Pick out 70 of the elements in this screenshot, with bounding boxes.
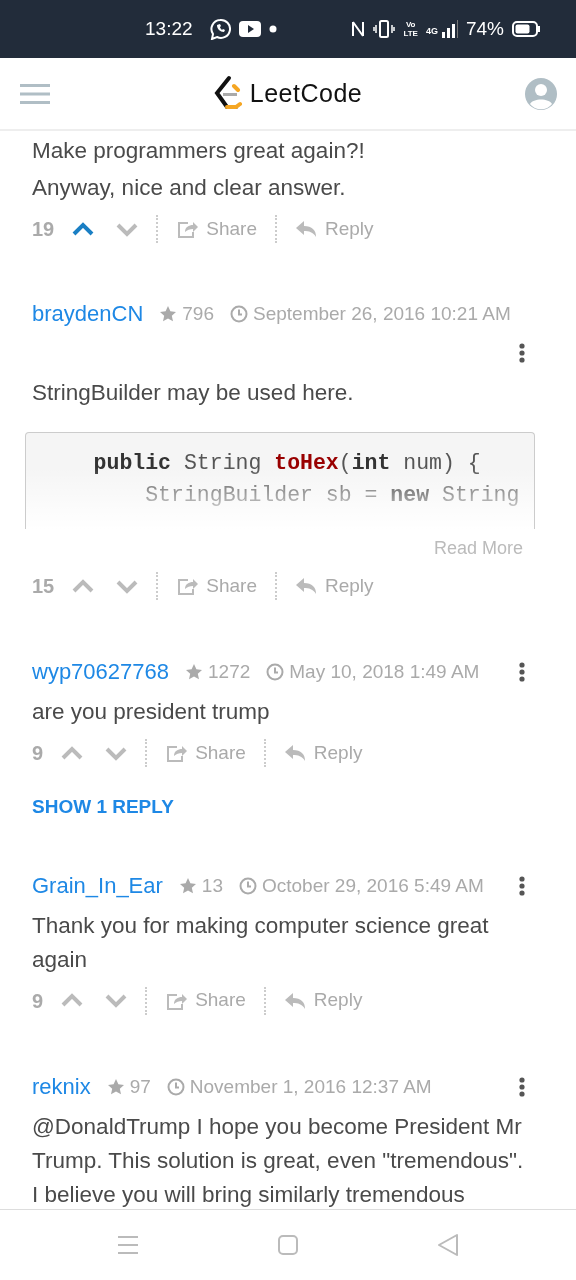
post-date: November 1, 2016 12:37 AM bbox=[189, 1074, 432, 1099]
back-icon[interactable] bbox=[437, 1232, 459, 1257]
star-icon bbox=[159, 305, 178, 323]
share-button[interactable]: Share bbox=[172, 214, 261, 244]
comment-text: @DonaldTrump I hope you become President Mr Trump. This solution is great, even "tremendous". I believe you will bring similarly tremendous bbox=[32, 1112, 525, 1209]
show-replies-link[interactable]: SHOW 1 REPLY bbox=[32, 793, 174, 822]
clock-icon bbox=[266, 663, 285, 681]
dot-icon bbox=[268, 25, 277, 33]
menu-icon[interactable] bbox=[20, 82, 50, 105]
star-icon bbox=[178, 876, 197, 895]
reply-button[interactable]: Reply bbox=[290, 571, 378, 601]
author-link[interactable]: wyp70627768 bbox=[32, 653, 169, 691]
post-date: September 26, 2016 10:21 AM bbox=[253, 302, 511, 326]
clock-icon bbox=[239, 876, 257, 895]
comment-text: are you president trump bbox=[32, 698, 271, 726]
reply-button[interactable]: Reply bbox=[279, 986, 367, 1015]
reputation: 1272 bbox=[208, 660, 251, 684]
star-icon bbox=[185, 663, 203, 681]
reputation: 796 bbox=[182, 302, 214, 326]
clock-icon bbox=[230, 305, 248, 323]
share-icon bbox=[176, 219, 199, 239]
reputation: 97 bbox=[129, 1074, 151, 1099]
post-date: October 29, 2016 5:49 AM bbox=[262, 873, 484, 898]
author-link[interactable]: reknix bbox=[32, 1067, 91, 1106]
more-options-icon[interactable] bbox=[519, 1076, 525, 1097]
comment-text: Anyway, nice and clear answer. bbox=[32, 174, 347, 202]
nfc-icon bbox=[351, 20, 366, 38]
reply-icon bbox=[283, 744, 306, 762]
more-options-icon[interactable] bbox=[519, 343, 525, 363]
menu-icon[interactable] bbox=[117, 1234, 139, 1255]
clock-icon bbox=[166, 1077, 185, 1096]
reply-button[interactable]: Reply bbox=[279, 738, 367, 768]
more-options-icon[interactable] bbox=[519, 875, 525, 896]
author-link[interactable]: braydenCN bbox=[32, 295, 144, 333]
read-more-link[interactable]: Read More bbox=[433, 535, 523, 562]
share-button[interactable]: Share bbox=[161, 738, 250, 768]
more-options-icon[interactable] bbox=[519, 662, 525, 682]
vote-count: 19 bbox=[32, 217, 55, 242]
comment-text: Thank you for making computer science great again bbox=[32, 911, 490, 974]
author-link[interactable]: Grain_In_Ear bbox=[32, 866, 163, 905]
vote-count: 9 bbox=[32, 741, 44, 766]
battery-percent: 74% bbox=[465, 16, 504, 41]
post-date: May 10, 2018 1:49 AM bbox=[289, 660, 480, 684]
home-square-icon[interactable] bbox=[277, 1233, 299, 1256]
comment-text: Make programmers great again?! bbox=[32, 137, 366, 165]
code-line: public String toHex(int num) { bbox=[92, 450, 482, 477]
video-play-icon bbox=[238, 21, 261, 37]
logo[interactable]: LeetCode bbox=[211, 74, 363, 113]
avatar-icon[interactable] bbox=[524, 76, 558, 111]
share-icon bbox=[176, 576, 199, 596]
reputation: 13 bbox=[201, 873, 223, 898]
clock-time: 13:22 bbox=[145, 16, 193, 41]
comment-text: StringBuilder may be used here. bbox=[32, 379, 355, 407]
network-type: 4G bbox=[425, 24, 438, 38]
vote-count: 15 bbox=[32, 574, 55, 599]
battery-icon bbox=[512, 21, 540, 37]
reply-icon bbox=[283, 991, 306, 1010]
reply-icon bbox=[294, 577, 317, 595]
star-icon bbox=[106, 1077, 125, 1096]
volte-label: Vo LTE bbox=[403, 20, 418, 38]
signal-icon bbox=[441, 20, 458, 38]
vibrate-icon bbox=[373, 20, 396, 38]
share-button[interactable]: Share bbox=[161, 986, 250, 1015]
reply-button[interactable]: Reply bbox=[290, 214, 378, 244]
code-line: StringBuilder sb = new String bbox=[144, 482, 521, 509]
reply-icon bbox=[294, 220, 317, 238]
share-button[interactable]: Share bbox=[172, 571, 261, 601]
chat-bubble-icon bbox=[208, 18, 231, 40]
share-icon bbox=[165, 743, 188, 763]
vote-count: 9 bbox=[32, 988, 44, 1014]
